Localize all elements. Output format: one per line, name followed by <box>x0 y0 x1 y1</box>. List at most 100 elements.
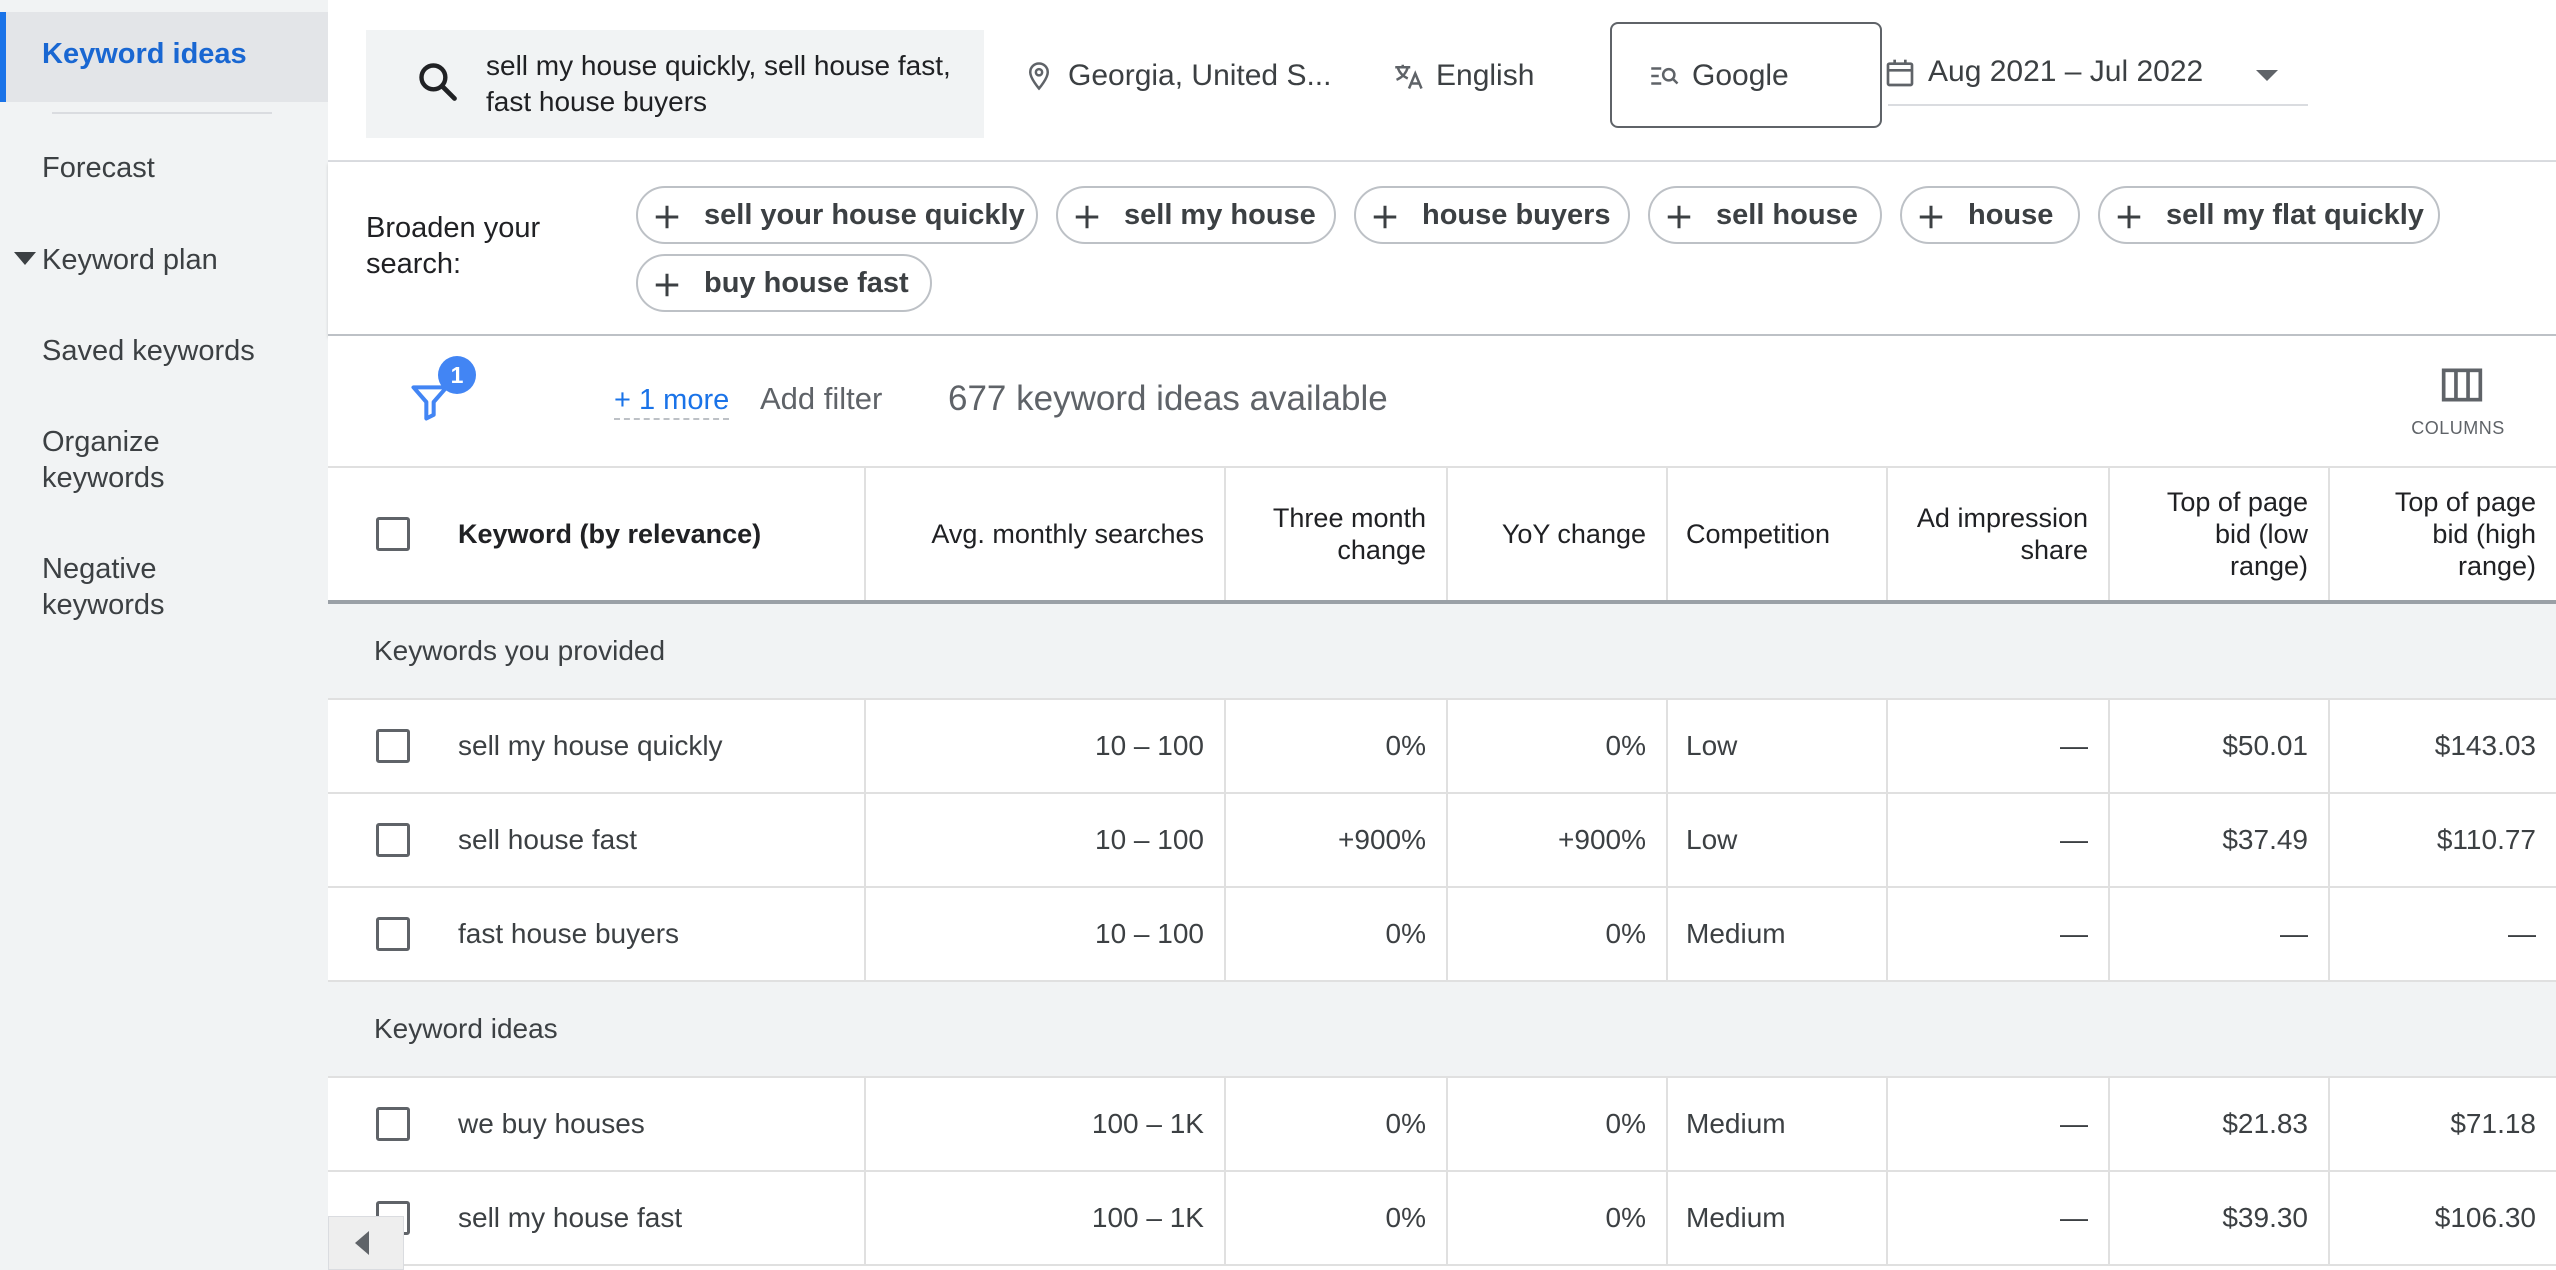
header-competition[interactable]: Competition <box>1668 468 1888 600</box>
keyword-text: we buy houses <box>458 1108 645 1139</box>
row-checkbox[interactable] <box>376 729 410 763</box>
more-filters-link[interactable]: + 1 more <box>614 382 730 420</box>
keyword-text: sell house fast <box>458 824 637 855</box>
broaden-chip[interactable]: sell house <box>1648 186 1882 244</box>
ideas-count: 677 keyword ideas available <box>948 379 1388 418</box>
table-row[interactable]: sell my house quickly 10 – 100 0% 0% Low… <box>328 700 2556 794</box>
broaden-chip[interactable]: sell your house quickly <box>636 186 1038 244</box>
cell-value: 0% <box>1605 918 1646 949</box>
bid-low-cell: $50.01 <box>2110 700 2330 792</box>
cell-value: 0% <box>1605 1202 1646 1233</box>
cell-value: $39.30 <box>2222 1202 2308 1233</box>
header-label: Keyword (by relevance) <box>458 519 762 549</box>
cell-value: 0% <box>1385 918 1426 949</box>
cell-value: 0% <box>1605 730 1646 761</box>
columns-button[interactable]: COLUMNS <box>2398 360 2518 450</box>
bid-high-cell: $110.77 <box>2330 794 2556 886</box>
location-value: Georgia, United S... <box>1068 59 1332 92</box>
date-range-value: Aug 2021 – Jul 2022 <box>1928 55 2204 88</box>
cell-value: +900% <box>1338 824 1426 855</box>
bid-low-cell: — <box>2110 888 2330 980</box>
bid-high-cell: $106.30 <box>2330 1172 2556 1264</box>
row-checkbox[interactable] <box>376 917 410 951</box>
scroll-left-button[interactable] <box>328 1216 404 1270</box>
competition-cell: Medium <box>1668 1172 1888 1264</box>
broaden-chip[interactable]: house <box>1900 186 2080 244</box>
cell-value: $110.77 <box>2436 824 2536 855</box>
cell-value: 10 – 100 <box>1095 918 1204 949</box>
broaden-chip[interactable]: sell my flat quickly <box>2098 186 2440 244</box>
header-keyword[interactable]: Keyword (by relevance) <box>328 468 866 600</box>
sidebar-item-forecast[interactable]: Forecast <box>0 150 328 186</box>
translate-icon <box>1395 64 1423 89</box>
cell-value: 0% <box>1385 730 1426 761</box>
header-ad-impression-share[interactable]: Ad impression share <box>1888 468 2110 600</box>
header-avg-monthly-searches[interactable]: Avg. monthly searches <box>866 468 1226 600</box>
table-group-header: Keyword ideas <box>328 982 2556 1078</box>
table-row[interactable]: fast house buyers 10 – 100 0% 0% Medium … <box>328 888 2556 982</box>
search-icon <box>419 63 457 101</box>
chip-label: sell your house quickly <box>704 199 1025 231</box>
sidebar-item-saved-keywords[interactable]: Saved keywords <box>0 333 328 369</box>
broaden-search: Broaden your search: sell your house qui… <box>328 162 2556 336</box>
header-top-bid-low[interactable]: Top of page bid (low range) <box>2110 468 2330 600</box>
sidebar-item-organize-keywords[interactable]: Organize keywords <box>0 424 328 496</box>
header-three-month-change[interactable]: Three month change <box>1226 468 1448 600</box>
sidebar: Keyword ideas Forecast Keyword plan Save… <box>0 0 328 1270</box>
broaden-chip[interactable]: sell my house <box>1056 186 1336 244</box>
chevron-down-icon[interactable] <box>2256 70 2278 81</box>
competition-cell: Medium <box>1668 888 1888 980</box>
cell-value: — <box>2060 730 2088 761</box>
plus-icon <box>1373 205 1397 229</box>
bid-low-cell: $37.49 <box>2110 794 2330 886</box>
cell-value: 10 – 100 <box>1095 824 1204 855</box>
table-group-header: Keywords you provided <box>328 604 2556 700</box>
avg-searches-cell: 100 – 1K <box>866 1078 1226 1170</box>
sidebar-item-label: Forecast <box>42 152 155 184</box>
cell-value: Medium <box>1686 1202 1786 1233</box>
chip-label: sell house <box>1716 199 1858 231</box>
cell-value: $50.01 <box>2222 730 2308 761</box>
competition-cell: Low <box>1668 700 1888 792</box>
search-input[interactable]: sell my house quickly, sell house fast, … <box>366 30 984 138</box>
keyword-text: sell my house quickly <box>458 730 723 761</box>
broaden-chip[interactable]: house buyers <box>1354 186 1630 244</box>
header-top-bid-high[interactable]: Top of page bid (high range) <box>2330 468 2556 600</box>
select-all-checkbox[interactable] <box>376 517 410 551</box>
row-checkbox[interactable] <box>376 823 410 857</box>
bid-low-cell: $21.83 <box>2110 1078 2330 1170</box>
cell-value: 0% <box>1605 1108 1646 1139</box>
table-row[interactable]: sell house fast 10 – 100 +900% +900% Low… <box>328 794 2556 888</box>
plus-icon <box>1667 205 1691 229</box>
search-network-icon <box>1651 67 1679 85</box>
table-row[interactable]: sell my house fast 100 – 1K 0% 0% Medium… <box>328 1172 2556 1266</box>
columns-label: COLUMNS <box>2411 418 2505 438</box>
add-filter-button[interactable]: Add filter <box>760 380 882 418</box>
yoy-cell: +900% <box>1448 794 1668 886</box>
chip-label: house buyers <box>1422 199 1611 231</box>
broaden-chip[interactable]: buy house fast <box>636 254 932 312</box>
yoy-cell: 0% <box>1448 1078 1668 1170</box>
table-header: Keyword (by relevance) Avg. monthly sear… <box>328 466 2556 604</box>
row-checkbox[interactable] <box>376 1107 410 1141</box>
cell-value: +900% <box>1558 824 1646 855</box>
keyword-cell: fast house buyers <box>328 888 866 980</box>
sidebar-item-label: Saved keywords <box>42 335 255 367</box>
impression-share-cell: — <box>1888 1172 2110 1264</box>
calendar-icon <box>1886 59 1914 87</box>
sidebar-item-keyword-plan[interactable]: Keyword plan <box>0 242 328 278</box>
header-yoy-change[interactable]: YoY change <box>1448 468 1668 600</box>
competition-cell: Low <box>1668 794 1888 886</box>
cell-value: — <box>2508 918 2536 949</box>
group-label: Keyword ideas <box>374 1013 558 1044</box>
cell-value: $106.30 <box>2434 1202 2536 1233</box>
sidebar-item-keyword-ideas[interactable]: Keyword ideas <box>0 12 328 102</box>
sidebar-item-negative-keywords[interactable]: Negative keywords <box>0 551 328 623</box>
keyword-table: Keyword (by relevance) Avg. monthly sear… <box>328 466 2556 1270</box>
network-value: Google <box>1692 59 1789 92</box>
sidebar-divider <box>52 112 272 114</box>
header-label: Top of page bid (low range) <box>2166 487 2308 581</box>
table-row[interactable]: we buy houses 100 – 1K 0% 0% Medium — $2… <box>328 1078 2556 1172</box>
cell-value: 100 – 1K <box>1091 1202 1204 1233</box>
header-label: Avg. monthly searches <box>931 519 1204 549</box>
